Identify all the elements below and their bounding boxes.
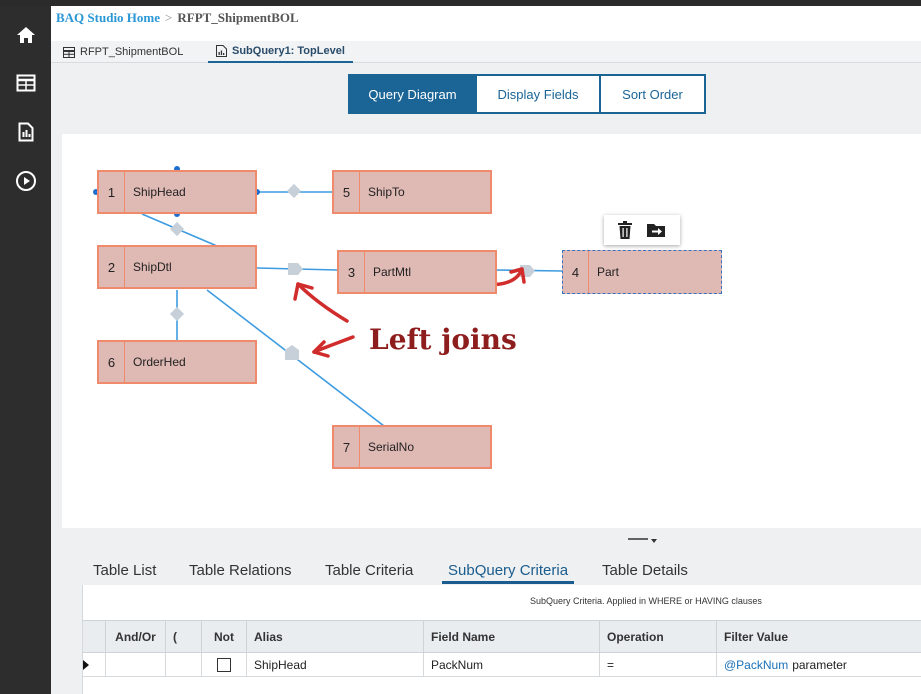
criteria-grid-header: And/Or ( Not Alias Field Name Operation … bbox=[83, 620, 921, 653]
row-selector[interactable] bbox=[83, 653, 105, 676]
node-label: ShipHead bbox=[133, 185, 186, 199]
table-row[interactable]: ShipHead PackNum = @PackNum parameter bbox=[83, 653, 921, 677]
join-diamond-icon bbox=[286, 183, 302, 199]
node-toolbar bbox=[604, 215, 680, 245]
table-node-partmtl[interactable]: 3 PartMtl bbox=[337, 250, 497, 294]
node-number: 2 bbox=[99, 247, 125, 287]
tab-display-fields[interactable]: Display Fields bbox=[477, 74, 601, 114]
node-label: OrderHed bbox=[133, 355, 186, 369]
breadcrumb-current: RFPT_ShipmentBOL bbox=[177, 10, 299, 25]
breadcrumb: BAQ Studio Home > RFPT_ShipmentBOL bbox=[56, 10, 299, 26]
not-checkbox[interactable] bbox=[217, 657, 231, 672]
cell-operation[interactable]: = bbox=[599, 653, 716, 676]
report-icon[interactable] bbox=[13, 119, 39, 145]
tab-subquery1-toplevel[interactable]: SubQuery1: TopLevel bbox=[208, 41, 353, 63]
panel-hint: SubQuery Criteria. Applied in WHERE or H… bbox=[530, 596, 762, 606]
node-number: 5 bbox=[334, 172, 360, 212]
filter-suffix: parameter bbox=[792, 657, 847, 672]
join-diamond-icon bbox=[169, 221, 185, 237]
subquery-criteria-panel: SubQuery Criteria. Applied in WHERE or H… bbox=[82, 585, 921, 694]
breadcrumb-home-link[interactable]: BAQ Studio Home bbox=[56, 10, 160, 25]
table-node-orderhed[interactable]: 6 OrderHed bbox=[97, 340, 257, 384]
left-nav bbox=[0, 6, 51, 694]
home-icon[interactable] bbox=[13, 22, 39, 48]
trash-icon[interactable] bbox=[617, 221, 633, 239]
chart-icon bbox=[216, 45, 227, 57]
table-node-shipto[interactable]: 5 ShipTo bbox=[332, 170, 492, 214]
left-join-arrow-icon bbox=[288, 263, 303, 275]
tab-table-criteria[interactable]: Table Criteria bbox=[325, 562, 413, 579]
document-tab-bar: RFPT_ShipmentBOL SubQuery1: TopLevel bbox=[51, 41, 921, 63]
grid-icon[interactable] bbox=[13, 70, 39, 96]
node-label: PartMtl bbox=[373, 265, 412, 279]
column-header-not[interactable]: Not bbox=[201, 621, 246, 652]
table-icon bbox=[63, 46, 75, 58]
cell-alias[interactable]: ShipHead bbox=[246, 653, 423, 676]
table-node-part[interactable]: 4 Part bbox=[562, 250, 722, 294]
cell-not[interactable] bbox=[201, 653, 246, 676]
tab-query-diagram[interactable]: Query Diagram bbox=[348, 74, 477, 114]
column-header-and-or[interactable]: And/Or bbox=[105, 621, 165, 652]
tab-sort-order[interactable]: Sort Order bbox=[601, 74, 706, 114]
export-icon[interactable] bbox=[647, 222, 667, 238]
cell-field-name[interactable]: PackNum bbox=[423, 653, 599, 676]
node-label: SerialNo bbox=[368, 440, 415, 454]
breadcrumb-separator: > bbox=[165, 10, 173, 25]
cell-and-or[interactable] bbox=[105, 653, 165, 676]
node-label: ShipTo bbox=[368, 185, 405, 199]
tab-table-list[interactable]: Table List bbox=[93, 562, 156, 579]
tab-subquery-criteria[interactable]: SubQuery Criteria bbox=[442, 562, 575, 584]
node-number: 7 bbox=[334, 427, 360, 467]
column-header-operation[interactable]: Operation bbox=[599, 621, 716, 652]
node-number: 6 bbox=[99, 342, 125, 382]
column-header-field-name[interactable]: Field Name bbox=[423, 621, 599, 652]
bottom-tab-bar: Table List Table Relations Table Criteri… bbox=[82, 561, 921, 585]
join-diamond-icon bbox=[169, 306, 185, 322]
cell-filter-value[interactable]: @PackNum parameter bbox=[716, 653, 921, 676]
table-node-shipdtl[interactable]: 2 ShipDtl bbox=[97, 245, 257, 289]
panel-splitter[interactable] bbox=[628, 533, 658, 543]
cell-paren[interactable] bbox=[165, 653, 201, 676]
window-top-bar bbox=[0, 0, 921, 6]
node-number: 3 bbox=[339, 252, 365, 292]
node-label: Part bbox=[597, 265, 620, 279]
tab-label: SubQuery1: TopLevel bbox=[232, 45, 345, 57]
table-node-shiphead[interactable]: 1 ShipHead bbox=[97, 170, 257, 214]
column-header-filter-value[interactable]: Filter Value bbox=[716, 621, 921, 652]
play-icon[interactable] bbox=[13, 168, 39, 194]
tab-table-details[interactable]: Table Details bbox=[602, 562, 688, 579]
table-node-serialno[interactable]: 7 SerialNo bbox=[332, 425, 492, 469]
tab-label: RFPT_ShipmentBOL bbox=[80, 46, 184, 58]
node-label: ShipDtl bbox=[133, 260, 172, 274]
tab-rfpt-shipmentbol[interactable]: RFPT_ShipmentBOL bbox=[63, 41, 183, 63]
column-header-paren[interactable]: ( bbox=[165, 621, 201, 652]
node-number: 1 bbox=[99, 172, 125, 212]
tab-table-relations[interactable]: Table Relations bbox=[189, 562, 292, 579]
annotation-label: Left joins bbox=[369, 323, 517, 356]
filter-parameter: @PackNum bbox=[724, 657, 789, 672]
left-join-arrow-icon bbox=[285, 345, 299, 360]
node-number: 4 bbox=[563, 251, 589, 293]
column-header-alias[interactable]: Alias bbox=[246, 621, 423, 652]
